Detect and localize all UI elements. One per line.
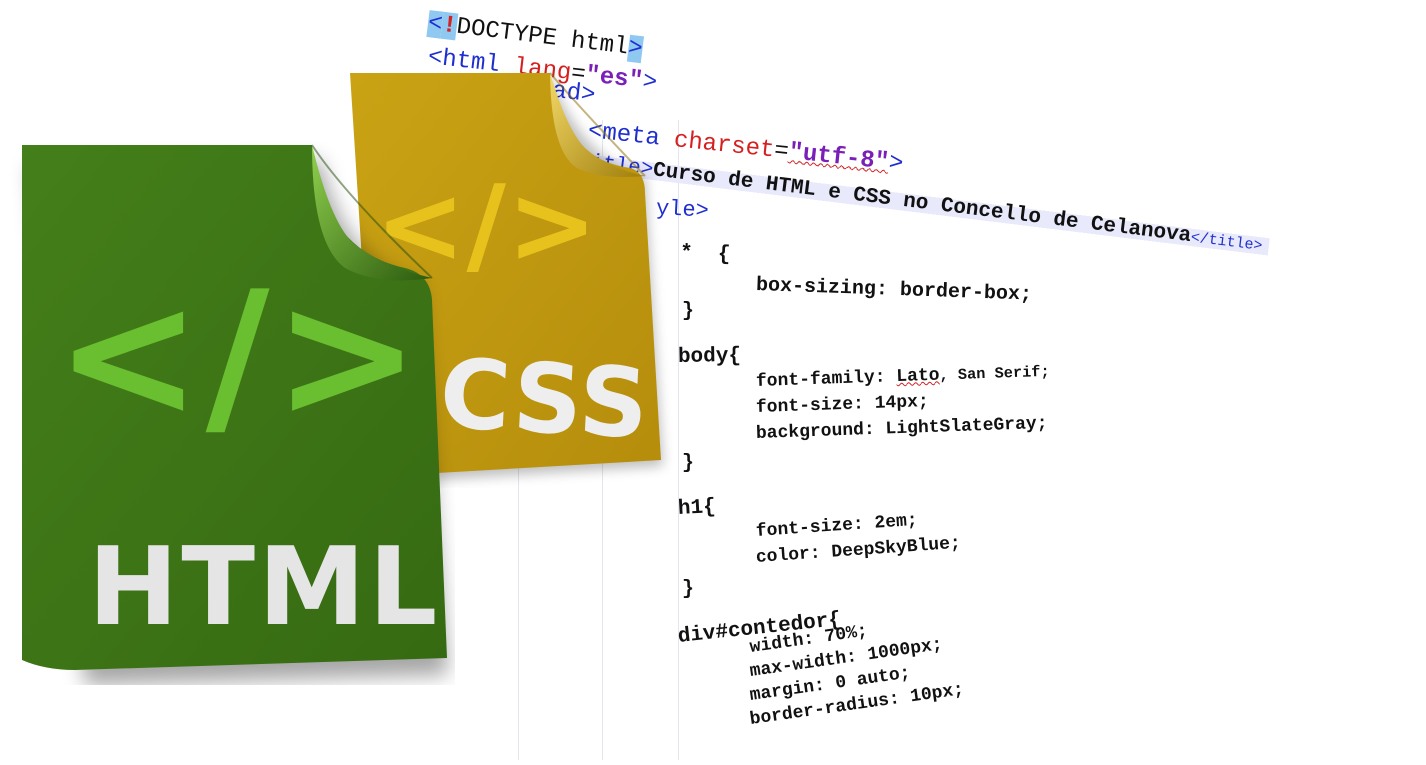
css-code-line: }	[682, 452, 695, 475]
doctype-close: >	[626, 34, 645, 64]
charset-value: "utf-8"	[787, 139, 891, 177]
css-code-line: h1{	[677, 496, 717, 521]
html-file-icon: </> HTML	[0, 140, 455, 685]
css-code-line: }	[682, 578, 695, 601]
title-text: Curso de HTML e CSS no Concello de Celan…	[651, 159, 1193, 249]
css-code-line: * {	[679, 242, 731, 267]
html-label: HTML	[88, 525, 441, 650]
css-code-line: }	[682, 300, 695, 323]
stage: <!DOCTYPE html> <html lang="es"> ead> <m…	[0, 0, 1426, 765]
css-code-line: body{	[677, 344, 742, 369]
css-code-line: box-sizing: border-box;	[755, 274, 1033, 307]
html-code-glyph: </>	[55, 255, 425, 458]
css-label: CSS	[437, 337, 652, 461]
title-close-tag: </title>	[1189, 229, 1264, 255]
meta-close: >	[887, 149, 905, 179]
css-code-line: font-size: 14px;	[755, 391, 930, 418]
css-code-line: background: LightSlateGray;	[755, 413, 1048, 444]
css-code-line: font-family: Lato, San Serif;	[755, 362, 1050, 392]
charset-attr: charset	[658, 125, 776, 165]
